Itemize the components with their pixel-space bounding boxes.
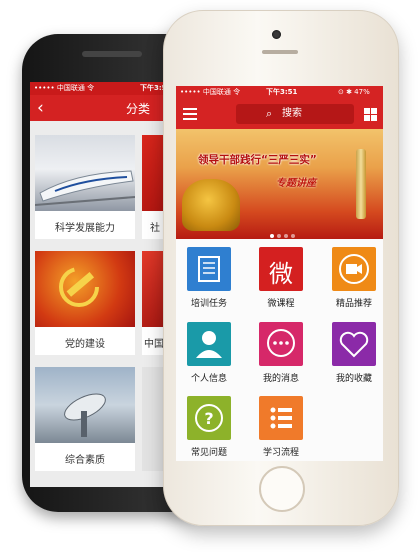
tile-label: 个人信息: [190, 374, 227, 384]
tile-messages[interactable]: [259, 322, 303, 366]
wei-character-icon: 微: [269, 260, 293, 288]
grid-icon[interactable]: [364, 108, 377, 121]
chat-bubble-icon: [267, 329, 295, 357]
category-card[interactable]: 综合素质: [35, 367, 135, 471]
question-icon: ?: [195, 404, 223, 432]
card-image: [35, 367, 135, 443]
card-image: [35, 251, 135, 327]
tile-label: 培训任务: [190, 299, 227, 309]
banner-subtitle: 专题讲座: [276, 178, 316, 189]
tile-profile[interactable]: [187, 322, 231, 366]
menu-icon[interactable]: [183, 108, 197, 120]
card-label: 综合素质: [65, 455, 105, 466]
tile-label: 常见问题: [190, 448, 227, 458]
category-card[interactable]: 党的建设: [35, 251, 135, 355]
tile-featured[interactable]: [332, 247, 376, 291]
scroll-icon: [198, 256, 220, 282]
svg-text:?: ?: [204, 409, 213, 428]
search-icon: ⌕: [266, 107, 273, 120]
banner-lion-image: [182, 179, 240, 231]
page-title: 分类: [126, 102, 151, 116]
back-arrow-icon[interactable]: ‹: [37, 98, 44, 118]
tile-micro-courses[interactable]: 微: [259, 247, 303, 291]
search-input[interactable]: ⌕ 搜索: [236, 104, 354, 124]
search-placeholder: 搜索: [282, 108, 302, 119]
card-label: 科学发展能力: [55, 223, 115, 234]
tile-label: 我的消息: [262, 374, 299, 384]
status-time: 下午3:51: [266, 88, 298, 96]
carrier-label: ••••• 中国联通 令: [180, 88, 241, 96]
battery-status: ⊙ ✱ 47%: [338, 88, 370, 96]
banner-carousel[interactable]: 领导干部践行“三严三实” 专题讲座: [176, 129, 383, 239]
banner-title: 领导干部践行“三严三实”: [198, 154, 317, 166]
category-screen: ••••• 中国联通 令 下午3:52 ‹ 分类 科学发展能力 社 党的建设 中…: [30, 82, 180, 487]
tile-favorites[interactable]: [332, 322, 376, 366]
status-bar: ••••• 中国联通 令 下午3:52: [30, 82, 180, 95]
category-card[interactable]: 科学发展能力: [35, 135, 135, 239]
front-camera: [272, 30, 281, 39]
tile-label: 学习流程: [262, 448, 299, 458]
tile-label: 我的收藏: [335, 374, 372, 384]
carrier-label: ••••• 中国联通 令: [34, 84, 95, 92]
phone-speaker: [82, 51, 142, 57]
nav-bar: ‹ 分类: [30, 95, 180, 121]
tile-faq[interactable]: ?: [187, 396, 231, 440]
tile-study-flow[interactable]: [259, 396, 303, 440]
home-button[interactable]: [259, 466, 305, 512]
tile-label: 精品推荐: [335, 299, 372, 309]
earpiece: [262, 50, 298, 54]
heart-icon: [339, 331, 369, 358]
tile-label: 微课程: [267, 299, 295, 309]
video-camera-icon: [339, 254, 369, 284]
top-nav-bar: ⌕ 搜索: [176, 99, 383, 129]
feature-grid: 培训任务 微 微课程 精品推荐 个人信息 我的消息 我的收藏 ? 常见问题 学习…: [176, 239, 383, 461]
card-image: [35, 135, 135, 211]
person-icon: [196, 331, 222, 358]
status-bar: ••••• 中国联通 令 下午3:51 ⊙ ✱ 47%: [176, 86, 383, 99]
card-label: 党的建设: [65, 339, 105, 350]
list-icon: [270, 407, 292, 429]
banner-pillar: [356, 149, 366, 219]
tile-training-tasks[interactable]: [187, 247, 231, 291]
home-screen: ••••• 中国联通 令 下午3:51 ⊙ ✱ 47% ⌕ 搜索 领导干部践行“…: [176, 86, 383, 461]
carousel-dots: [270, 223, 298, 239]
